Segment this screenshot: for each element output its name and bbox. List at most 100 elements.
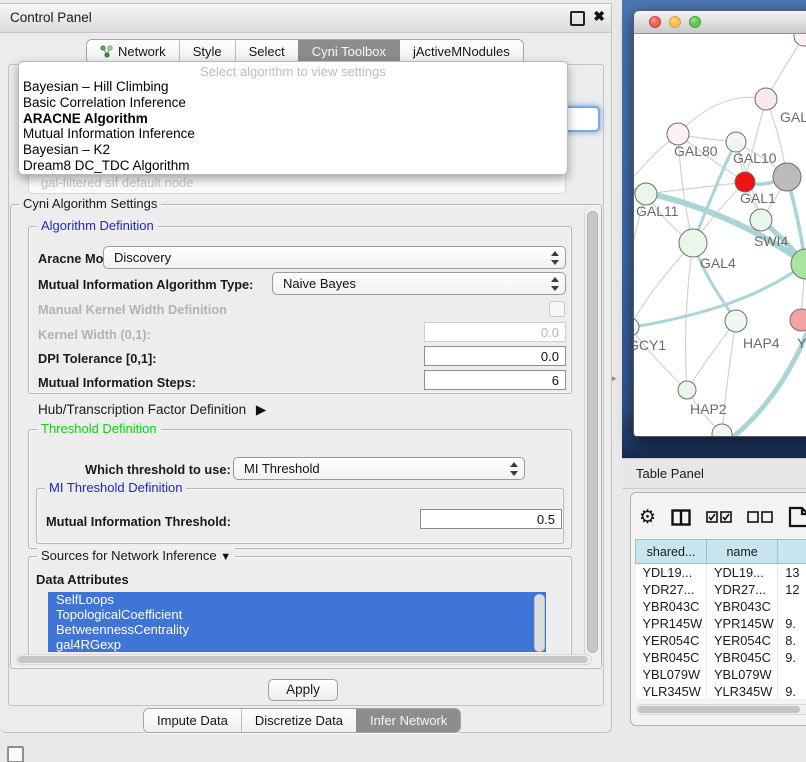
algorithm-option-aracne-algorithm[interactable]: ARACNE Algorithm	[19, 111, 567, 127]
table-horizontal-scrollbar-thumb[interactable]	[638, 706, 800, 713]
network-node[interactable]	[794, 34, 806, 46]
table-cell[interactable]: YPR145W	[707, 615, 778, 632]
split-columns-icon[interactable]	[671, 509, 691, 526]
table-cell[interactable]: YLR345W	[636, 683, 707, 699]
algorithm-option-dream8-dc-tdc-algorithm[interactable]: Dream8 DC_TDC Algorithm	[19, 158, 567, 174]
attribute-list-scrollbar[interactable]	[534, 594, 545, 652]
table-cell[interactable]: YER054C	[636, 632, 707, 649]
close-icon[interactable]: ✖	[593, 8, 605, 25]
tab-label: Discretize Data	[255, 713, 343, 728]
column-header-name[interactable]: name	[707, 540, 778, 564]
unchecked-pair-icon[interactable]	[747, 511, 773, 523]
table-cell[interactable]: YBL079W	[636, 666, 707, 683]
settings-horizontal-scrollbar-thumb[interactable]	[18, 656, 588, 663]
table-row[interactable]: YPR145WYPR145W9.	[636, 615, 806, 632]
network-edge	[745, 99, 766, 182]
table-cell[interactable]: YBR043C	[636, 598, 707, 615]
table-cell[interactable]: YBR045C	[636, 649, 707, 666]
mi-algorithm-type-combo[interactable]: Naive Bayes	[272, 272, 566, 295]
aracne-mode-combo[interactable]: Discovery	[103, 246, 566, 269]
mac-zoom-button[interactable]	[689, 16, 701, 28]
node-label-hap2: HAP2	[690, 401, 727, 417]
network-node[interactable]	[679, 229, 707, 257]
algorithm-option-mutual-information-inference[interactable]: Mutual Information Inference	[19, 126, 567, 142]
table-cell[interactable]: 9.	[778, 649, 806, 666]
table-cell[interactable]: YPR145W	[636, 615, 707, 632]
mac-close-button[interactable]	[649, 16, 661, 28]
table-cell[interactable]: YBR043C	[707, 598, 778, 615]
table-cell[interactable]: YDR27...	[707, 581, 778, 598]
algorithm-option-bayesian-hill-climbing[interactable]: Bayesian – Hill Climbing	[19, 79, 567, 95]
table-cell[interactable]: YER054C	[707, 632, 778, 649]
checked-pair-icon[interactable]	[706, 511, 732, 523]
column-header-shared[interactable]: shared...	[636, 540, 707, 564]
apply-button[interactable]: Apply	[268, 679, 338, 701]
column-header-cut[interactable]	[778, 540, 806, 564]
settings-vertical-scrollbar[interactable]	[584, 206, 601, 666]
table-row[interactable]: YDR27...YDR27...12	[636, 581, 806, 598]
network-node[interactable]	[726, 132, 746, 152]
document-icon[interactable]	[788, 506, 806, 528]
table-cell[interactable]: 13	[778, 564, 806, 582]
network-node[interactable]	[755, 88, 777, 110]
dpi-tolerance-field[interactable]: 0.0	[424, 346, 566, 366]
table-cell[interactable]	[778, 598, 806, 615]
table-row[interactable]: YBR045CYBR045C9.	[636, 649, 806, 666]
minimized-panel-icon[interactable]	[7, 746, 24, 762]
network-node[interactable]	[735, 172, 755, 192]
network-node[interactable]	[790, 309, 806, 331]
table-cell[interactable]: 12	[778, 581, 806, 598]
attribute-item-topologicalcoefficient[interactable]: TopologicalCoefficient	[48, 607, 546, 622]
settings-vertical-scrollbar-thumb[interactable]	[587, 211, 598, 653]
tab-impute-data[interactable]: Impute Data	[144, 709, 241, 732]
sources-legend[interactable]: Sources for Network Inference ▼	[37, 548, 235, 563]
table-cell[interactable]: YDR27...	[636, 581, 707, 598]
network-canvas[interactable]: GALGAL80GAL10GAL1GAL11SWI4GAL4GCY1HAP4YH…	[634, 34, 806, 437]
table-row[interactable]: YER054CYER054C8.	[636, 632, 806, 649]
table-cell[interactable]: YDL19...	[707, 564, 778, 582]
network-node[interactable]	[725, 310, 747, 332]
algorithm-option-bayesian-k2[interactable]: Bayesian – K2	[19, 142, 567, 158]
tab-style[interactable]: Style	[179, 40, 235, 63]
network-node[interactable]	[773, 163, 801, 191]
table-row[interactable]: YLR345WYLR345W9.	[636, 683, 806, 699]
settings-horizontal-scrollbar[interactable]	[16, 654, 592, 665]
table-row[interactable]: YBL079WYBL079W	[636, 666, 806, 683]
network-node[interactable]	[634, 318, 639, 336]
table-cell[interactable]: YBR045C	[707, 649, 778, 666]
attribute-item-betweennesscentrality[interactable]: BetweennessCentrality	[48, 622, 546, 637]
tab-network[interactable]: Network	[87, 40, 179, 63]
mi-threshold-field[interactable]: 0.5	[420, 509, 562, 529]
network-node[interactable]	[667, 123, 689, 145]
mi-steps-field[interactable]: 6	[424, 370, 566, 390]
tab-discretize-data[interactable]: Discretize Data	[241, 709, 356, 732]
which-threshold-combo[interactable]: MI Threshold	[233, 457, 525, 480]
algorithm-option-basic-correlation-inference[interactable]: Basic Correlation Inference	[19, 95, 567, 111]
network-node[interactable]	[678, 381, 696, 399]
mac-minimize-button[interactable]	[669, 16, 681, 28]
attribute-item-selfloops[interactable]: SelfLoops	[48, 592, 546, 607]
table-cell[interactable]: YBL079W	[707, 666, 778, 683]
table-cell[interactable]: 9.	[778, 615, 806, 632]
network-node[interactable]	[750, 209, 772, 231]
table-cell[interactable]: YLR345W	[707, 683, 778, 699]
table-horizontal-scrollbar[interactable]	[636, 704, 806, 715]
table-row[interactable]: YDL19...YDL19...13	[636, 564, 806, 582]
pane-resize-handle[interactable]: ▸	[612, 373, 617, 384]
tab-cyni-toolbox[interactable]: Cyni Toolbox	[298, 40, 399, 63]
gear-icon[interactable]: ⚙	[639, 508, 656, 527]
table-cell[interactable]: YDL19...	[636, 564, 707, 582]
table-cell[interactable]	[778, 666, 806, 683]
aracne-mode-value: Discovery	[114, 250, 171, 265]
network-node[interactable]	[635, 183, 657, 205]
attribute-item-gal4rgexp[interactable]: gal4RGexp	[48, 637, 546, 652]
float-window-icon[interactable]	[570, 11, 585, 26]
data-attributes-list: SelfLoopsTopologicalCoefficientBetweenne…	[48, 592, 546, 652]
table-cell[interactable]: 9.	[778, 683, 806, 699]
table-row[interactable]: YBR043CYBR043C	[636, 598, 806, 615]
tab-jactivemnodules[interactable]: jActiveMNodules	[399, 40, 523, 63]
table-cell[interactable]: 8.	[778, 632, 806, 649]
hub-definition-expander[interactable]: Hub/Transcription Factor Definition ▶	[38, 402, 266, 418]
tab-select[interactable]: Select	[235, 40, 298, 63]
tab-infer-network[interactable]: Infer Network	[356, 709, 460, 732]
